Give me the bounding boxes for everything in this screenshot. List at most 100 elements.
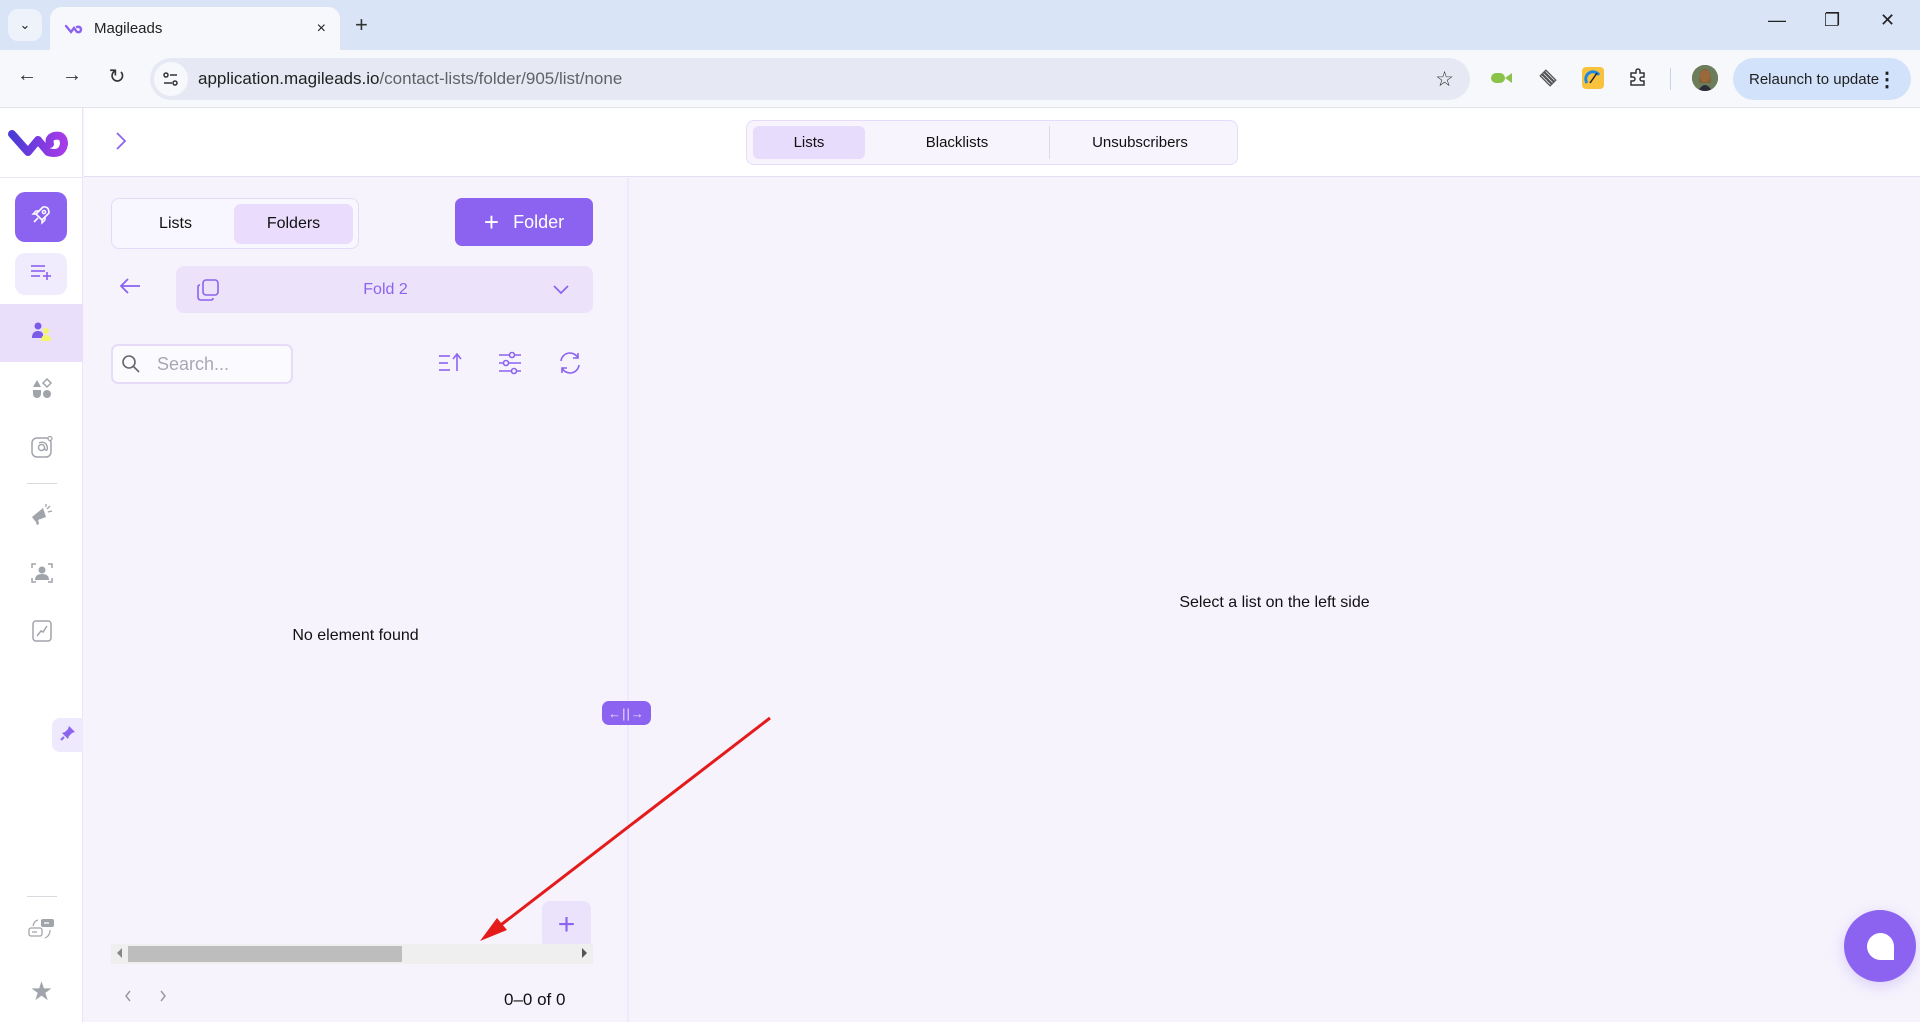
folder-select[interactable]: Fold 2 [176,266,593,313]
playlist-add-icon [30,264,52,285]
contacts-icon [30,319,54,348]
search-icon [121,354,141,374]
chevron-right-icon [116,132,127,150]
sidebar-item-segments[interactable] [0,362,83,420]
new-tab-button[interactable]: + [355,12,368,38]
tab-close-icon[interactable]: × [317,20,326,38]
chart-line-icon [31,619,53,648]
tab-unsubscribers[interactable]: Unsubscribers [1050,126,1230,159]
rocket-icon [29,203,53,232]
current-folder-name: Fold 2 [363,280,408,298]
star-icon: ★ [29,975,54,1006]
sidebar-separator [27,483,57,484]
sidebar-separator [27,896,57,897]
chevron-left-icon [125,990,131,1002]
chevron-right-icon [160,990,166,1002]
folders-copy-icon [196,278,220,302]
site-info-icon[interactable] [154,62,188,96]
resize-splitter-handle[interactable]: ←||→ [602,701,651,725]
close-window-button[interactable]: ✕ [1880,10,1895,31]
restore-button[interactable]: ❐ [1824,10,1840,31]
arrow-right-icon: → [62,64,82,86]
tab-lists[interactable]: Lists [753,126,865,159]
toggle-folders[interactable]: Folders [234,203,353,244]
back-to-folders-button[interactable] [118,275,142,301]
empty-state-message: No element found [292,627,419,644]
reload-icon: ↻ [108,66,126,88]
sidebar-item-launch[interactable] [15,192,67,242]
search-input[interactable] [157,353,277,375]
view-toggle: Lists Folders [111,198,359,249]
chevron-down-icon: ⌄ [19,17,31,32]
scroll-right-arrow[interactable] [582,948,587,958]
app-root: ★ Lists Blacklists Unsubscribers Lists F… [0,108,1920,1022]
contact-type-tabs: Lists Blacklists Unsubscribers [746,120,1238,165]
tab-search-button[interactable]: ⌄ [8,9,42,41]
sort-button[interactable] [435,348,465,378]
minimize-button[interactable]: — [1768,10,1786,31]
forward-button[interactable]: → [57,64,87,87]
sidebar-item-email[interactable] [0,420,83,478]
sidebar-divider [0,177,83,178]
next-page-button[interactable] [158,988,168,1009]
sort-ascending-icon [439,352,462,371]
arrow-left-icon: ← [17,64,37,86]
back-button[interactable]: ← [12,64,42,87]
sidebar-item-contacts[interactable] [0,304,83,362]
browser-tabstrip: ⌄ Magileads × + — ❐ ✕ [0,0,1920,50]
sidebar-item-enrichment[interactable] [0,546,83,604]
sidebar-item-add-list[interactable] [15,253,67,295]
expand-sidebar-button[interactable] [114,130,128,158]
reload-button[interactable]: ↻ [102,64,132,89]
toggle-lists[interactable]: Lists [117,204,234,244]
toolbar-divider [1670,68,1671,90]
chat-widget-button[interactable] [1844,910,1916,982]
add-list-button[interactable]: + [542,901,591,949]
sidebar: ★ [0,108,83,1022]
pin-sidebar-button[interactable] [52,718,83,752]
browser-toolbar: ← → ↻ application.magileads.io/contact-l… [0,50,1920,108]
integrations-icon [27,917,56,946]
sidebar-item-campaigns[interactable] [0,488,83,546]
tab-blacklists[interactable]: Blacklists [865,126,1049,159]
more-menu-icon[interactable]: ⋮ [1877,67,1897,92]
app-header: Lists Blacklists Unsubscribers [84,108,1920,177]
plus-icon: + [483,207,500,237]
sidebar-item-integrations[interactable] [0,906,83,956]
previous-page-button[interactable] [123,988,133,1009]
plus-icon: + [557,908,576,941]
pin-icon [59,725,76,746]
magileads-favicon-icon [64,22,84,36]
add-folder-button[interactable]: + Folder [455,198,593,246]
address-bar[interactable]: application.magileads.io/contact-lists/f… [150,58,1470,100]
magileads-logo[interactable] [6,122,76,162]
tab-title: Magileads [94,20,163,37]
chevron-down-icon [551,280,571,300]
browser-tab[interactable]: Magileads × [50,7,340,50]
filter-button[interactable] [495,348,525,378]
sidebar-item-favorites[interactable]: ★ [0,968,83,1014]
url-text[interactable]: application.magileads.io/contact-lists/f… [198,69,1435,89]
search-field[interactable] [111,344,293,384]
arrow-left-icon [119,278,140,294]
extension-gauge-icon[interactable] [1580,65,1606,91]
extension-stripes-icon[interactable] [1535,65,1561,91]
person-scan-icon [30,561,54,590]
select-list-message: Select a list on the left side [1179,594,1370,611]
profile-avatar[interactable] [1692,65,1718,91]
extensions-puzzle-icon[interactable] [1625,65,1651,91]
relaunch-to-update-button[interactable]: Relaunch to update ⋮ [1733,58,1911,100]
chat-bubble-icon [1866,932,1894,960]
email-at-icon [30,435,54,464]
extension-video-icon[interactable] [1489,65,1515,91]
sidebar-item-analytics[interactable] [0,604,83,662]
horizontal-scrollbar[interactable] [111,944,593,964]
pagination-range: 0–0 of 0 [504,990,566,1009]
refresh-button[interactable] [555,348,585,378]
bookmark-star-icon[interactable]: ☆ [1435,67,1454,92]
filter-sliders-icon [499,351,521,375]
megaphone-icon [29,503,55,532]
shapes-icon [30,377,54,406]
scroll-left-arrow[interactable] [117,948,122,958]
scrollbar-thumb[interactable] [128,946,402,962]
